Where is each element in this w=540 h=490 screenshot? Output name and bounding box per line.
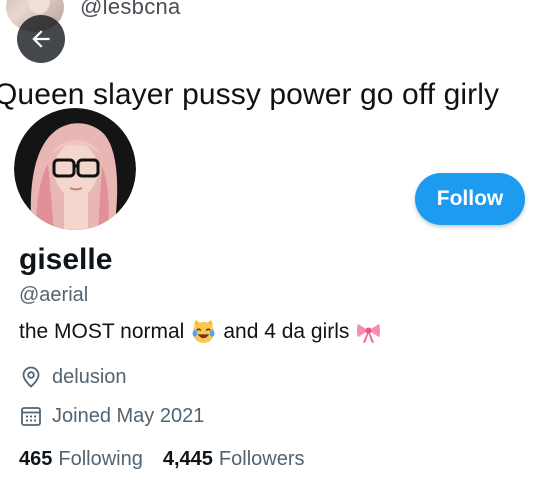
profile-bio: the MOST normal and 4 da girls	[19, 318, 388, 345]
follow-button[interactable]: Follow	[415, 173, 525, 225]
back-button[interactable]	[17, 15, 65, 63]
following-link[interactable]: 465 Following	[19, 448, 143, 471]
location-row: delusion	[19, 365, 127, 389]
username: @aerial	[19, 284, 89, 306]
calendar-icon	[21, 407, 41, 426]
location-text: delusion	[52, 365, 127, 388]
pink-ribbon-emoji-icon	[357, 323, 381, 344]
following-label: Following	[58, 448, 143, 470]
joined-text: Joined May 2021	[52, 404, 205, 427]
followers-count: 4,445	[162, 448, 213, 470]
laughing-cat-emoji-icon	[192, 319, 215, 344]
bio-text-1: the MOST normal	[19, 319, 185, 343]
followers-label: Followers	[218, 448, 305, 470]
profile-avatar[interactable]	[14, 108, 136, 230]
location-pin-icon	[22, 366, 40, 388]
bio-text-2: and 4 da girls	[223, 319, 350, 343]
followers-link[interactable]: 4,445 Followers	[163, 448, 305, 471]
following-count: 465	[19, 448, 53, 470]
banner-handle: @lesbcna	[80, 0, 181, 19]
arrow-left-icon	[32, 30, 50, 48]
display-name: giselle	[19, 243, 113, 276]
joined-row: Joined May 2021	[19, 404, 204, 428]
profile-stats: 465 Following 4,445 Followers	[19, 448, 305, 471]
banner-caption: Queen slayer pussy power go off girly	[0, 78, 500, 111]
